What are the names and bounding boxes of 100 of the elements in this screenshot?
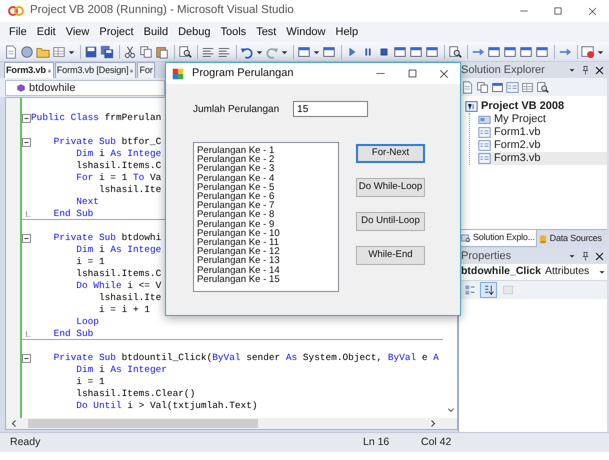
collapse-icon[interactable] xyxy=(22,232,31,244)
maximize-icon[interactable] xyxy=(553,6,563,16)
window-icon[interactable] xyxy=(409,44,423,58)
grid-icon[interactable] xyxy=(521,80,534,94)
magnifier-icon[interactable] xyxy=(448,44,462,58)
list-item[interactable]: Perulangan Ke - 5 xyxy=(197,182,335,192)
list-item[interactable]: Perulangan Ke - 9 xyxy=(197,220,335,229)
scroll-right-icon[interactable] xyxy=(429,419,437,428)
menu-item[interactable]: View xyxy=(60,24,94,40)
loop-button[interactable]: Do Until-Loop xyxy=(356,212,425,231)
save-icon[interactable] xyxy=(84,44,98,58)
code-line: End Sub xyxy=(52,208,94,220)
status-column: Col 42 xyxy=(421,434,609,450)
code-line: Dim i As Integer xyxy=(75,364,167,376)
collapse-icon[interactable] xyxy=(22,352,31,364)
menu-item[interactable]: Window xyxy=(281,24,330,40)
grid-icon[interactable] xyxy=(52,44,66,58)
window-icon[interactable] xyxy=(425,44,439,58)
scrollbar-thumb[interactable] xyxy=(28,419,258,428)
window-icon[interactable] xyxy=(297,44,311,58)
scroll-down-icon[interactable] xyxy=(447,406,455,414)
panel-tab[interactable]: Solution Explo... xyxy=(459,230,537,247)
magnifier-icon[interactable] xyxy=(536,80,549,94)
copy-icon[interactable] xyxy=(476,80,489,94)
pages-icon xyxy=(502,284,514,296)
window-icon[interactable] xyxy=(487,44,501,58)
menu-item[interactable]: Test xyxy=(251,24,282,40)
panel-tab[interactable]: Data Sources xyxy=(536,230,603,247)
close-icon[interactable] xyxy=(586,6,598,16)
form-icon xyxy=(478,152,491,165)
document-tab[interactable]: Form3.vb [Design] xyxy=(54,62,136,78)
window-icon[interactable] xyxy=(393,44,407,58)
panel-title: Properties xyxy=(461,248,512,264)
magnifier-icon[interactable] xyxy=(178,44,192,58)
list-item[interactable]: Perulangan Ke - 11 xyxy=(197,238,335,248)
tree-item[interactable]: Form3.vb xyxy=(478,152,607,165)
document-tab[interactable]: Form3.vb xyxy=(4,62,54,78)
menu-item[interactable]: Edit xyxy=(32,24,61,40)
menu-item[interactable]: Debug xyxy=(173,24,216,40)
window-icon[interactable] xyxy=(519,44,533,58)
code-line: Dim i As Intege xyxy=(75,244,162,256)
status-text: Ready xyxy=(10,434,42,450)
list-item[interactable]: Perulangan Ke - 14 xyxy=(197,266,335,275)
menu-item[interactable]: Project xyxy=(94,24,139,40)
form-icon[interactable] xyxy=(506,80,519,94)
menu-item[interactable]: Build xyxy=(138,24,174,40)
scroll-left-icon[interactable] xyxy=(10,419,18,428)
list-item[interactable]: Perulangan Ke - 1 xyxy=(197,146,335,156)
close-icon[interactable] xyxy=(594,64,605,76)
tree-item[interactable]: Form1.vb xyxy=(478,126,607,139)
lock-icon xyxy=(46,67,52,74)
member-dropdown[interactable]: btdowhile xyxy=(5,80,165,96)
list-item[interactable]: Perulangan Ke - 3 xyxy=(197,164,335,174)
collapse-icon[interactable] xyxy=(22,136,31,148)
collapse-icon[interactable] xyxy=(22,112,31,124)
tree-item[interactable]: Form2.vb xyxy=(478,139,607,152)
window-title: Project VB 2008 (Running) - Microsoft Visual Studio xyxy=(30,3,295,18)
menu-item[interactable]: Tools xyxy=(216,24,252,40)
window-icon[interactable] xyxy=(535,44,549,58)
window-icon[interactable] xyxy=(491,80,504,94)
alphabetical-button[interactable] xyxy=(480,282,497,298)
form-icon xyxy=(172,68,184,80)
result-listbox[interactable] xyxy=(193,142,339,292)
document-icon[interactable] xyxy=(4,44,18,58)
list-item[interactable]: Perulangan Ke - 2 xyxy=(197,155,335,164)
window-icon[interactable] xyxy=(503,44,517,58)
loop-button[interactable]: Do While-Loop xyxy=(356,178,425,197)
list-item[interactable]: Perulangan Ke - 7 xyxy=(197,201,335,210)
pin-icon[interactable] xyxy=(580,250,591,262)
tree-item[interactable]: My Project xyxy=(478,113,607,126)
count-field[interactable]: 15 xyxy=(293,101,368,117)
list-item[interactable]: Perulangan Ke - 8 xyxy=(197,210,335,220)
code-line: lshasil.Ite xyxy=(98,184,162,196)
menu-item[interactable]: File xyxy=(4,24,32,40)
maximize-icon[interactable] xyxy=(406,68,418,79)
list-item[interactable]: Perulangan Ke - 6 xyxy=(197,192,335,202)
field-label: Jumlah Perulangan xyxy=(193,102,280,116)
copy-icon[interactable] xyxy=(139,44,153,58)
tree-item[interactable]: Project VB 2008 xyxy=(465,100,607,113)
paste-icon[interactable] xyxy=(155,44,169,58)
code-line: End Sub xyxy=(52,328,94,340)
menu-item[interactable]: Help xyxy=(330,24,364,40)
save-all-icon[interactable] xyxy=(100,44,114,58)
list-item[interactable]: Perulangan Ke - 15 xyxy=(197,274,335,284)
pin-icon[interactable] xyxy=(580,64,591,76)
loop-button[interactable]: While-End xyxy=(356,246,425,265)
document-tab[interactable]: For xyxy=(137,62,155,78)
method-icon xyxy=(16,83,26,93)
scissors-icon[interactable] xyxy=(123,44,137,58)
close-icon[interactable] xyxy=(438,68,450,80)
close-icon[interactable] xyxy=(594,250,605,262)
window-icon[interactable] xyxy=(322,44,336,58)
document-icon[interactable] xyxy=(461,80,474,94)
code-line: Private Sub btdowhi xyxy=(52,232,162,244)
list-item[interactable]: Perulangan Ke - 12 xyxy=(197,247,335,256)
list-item[interactable]: Perulangan Ke - 4 xyxy=(197,174,335,183)
loop-button[interactable]: For-Next xyxy=(356,144,425,163)
code-line: lshasil.Items.Clear() xyxy=(75,388,196,400)
list-item[interactable]: Perulangan Ke - 10 xyxy=(197,228,335,238)
list-item[interactable]: Perulangan Ke - 13 xyxy=(197,256,335,266)
